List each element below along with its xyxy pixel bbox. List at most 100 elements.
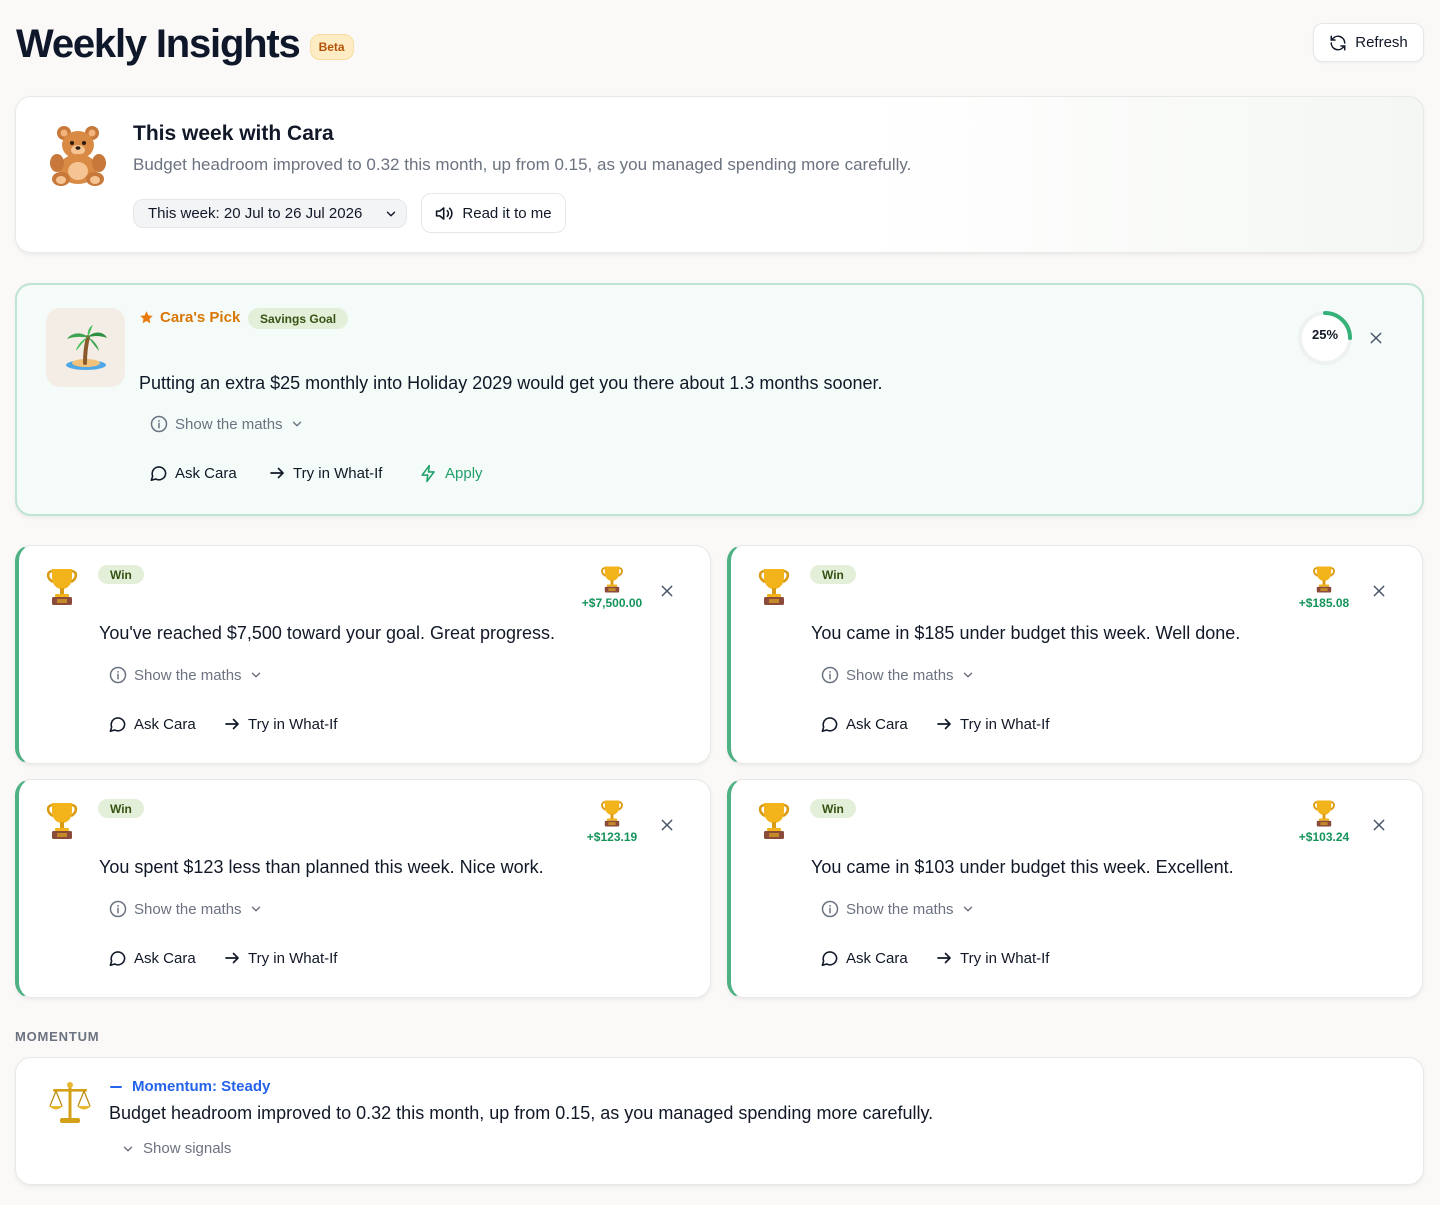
win-badge: Win [98,799,144,818]
chevron-down-icon [249,902,263,916]
win-badge: Win [810,565,856,584]
chat-bubble-icon [108,949,127,968]
try-whatif-label: Try in What-If [248,949,338,967]
trophy-icon [44,567,80,607]
win-show-maths-toggle[interactable]: Show the maths [821,666,975,684]
win-amount-group: +$185.08 [1284,565,1364,610]
dismiss-win-close-icon[interactable] [1371,817,1387,833]
apply-label: Apply [445,465,483,482]
arrow-right-icon [935,949,953,967]
win-show-maths-toggle[interactable]: Show the maths [821,900,975,918]
trophy-icon [756,567,792,607]
dismiss-win-close-icon[interactable] [1371,583,1387,599]
win-amount: +$103.24 [1298,830,1350,844]
palm-island-icon [46,308,125,387]
dismiss-win-close-icon[interactable] [659,583,675,599]
trophy-icon [44,801,80,841]
show-maths-label: Show the maths [175,415,283,433]
win-badge: Win [98,565,144,584]
win-amount: +$123.19 [586,830,638,844]
info-icon [109,666,127,684]
trophy-icon [1311,565,1337,594]
win-ask-cara-button[interactable]: Ask Cara [820,949,908,968]
momentum-status: Momentum: Steady [110,1078,270,1095]
pick-try-whatif-button[interactable]: Try in What-If [268,464,382,482]
goal-progress-label: 25% [1311,327,1339,342]
arrow-right-icon [935,715,953,733]
balance-scale-icon [47,1080,93,1126]
savings-goal-badge: Savings Goal [248,308,349,329]
chevron-down-icon [290,417,304,431]
read-aloud-label: Read it to me [462,204,552,222]
lightning-icon [419,464,438,483]
arrow-right-icon [223,949,241,967]
caras-pick-text: Cara's Pick [160,309,241,326]
ask-cara-label: Ask Cara [134,950,196,967]
pick-ask-cara-button[interactable]: Ask Cara [149,464,237,483]
show-maths-label: Show the maths [846,666,954,684]
week-select[interactable]: This week: 20 Jul to 26 Jul 2026 [133,199,407,228]
momentum-section-heading: MOMENTUM [15,1029,100,1044]
pick-description: Putting an extra $25 monthly into Holida… [139,373,883,393]
week-select-value: This week: 20 Jul to 26 Jul 2026 [148,205,363,222]
win-try-whatif-button[interactable]: Try in What-If [935,715,1049,733]
teddy-bear-icon [46,125,112,187]
info-icon [821,900,839,918]
win-try-whatif-button[interactable]: Try in What-If [223,949,337,967]
try-whatif-label: Try in What-If [960,715,1050,733]
ask-cara-label: Ask Cara [134,716,196,733]
ask-cara-label: Ask Cara [846,716,908,733]
chat-bubble-icon [108,715,127,734]
win-amount-group: +$123.19 [572,799,652,844]
trophy-icon [599,565,625,594]
page-header: Weekly Insights Beta [16,22,354,67]
ask-cara-label: Ask Cara [175,465,237,482]
momentum-status-label: Momentum: Steady [132,1078,271,1095]
win-ask-cara-button[interactable]: Ask Cara [820,715,908,734]
info-icon [150,415,168,433]
win-show-maths-toggle[interactable]: Show the maths [109,666,263,684]
win-amount: +$7,500.00 [581,596,643,610]
beta-badge: Beta [309,33,354,60]
trophy-icon [756,801,792,841]
star-icon [139,310,154,325]
momentum-description: Budget headroom improved to 0.32 this mo… [109,1103,934,1123]
intro-summary: Budget headroom improved to 0.32 this mo… [133,155,912,174]
win-try-whatif-button[interactable]: Try in What-If [935,949,1049,967]
show-signals-toggle[interactable]: Show signals [121,1140,231,1157]
dismiss-pick-close-icon[interactable] [1368,330,1384,346]
win-ask-cara-button[interactable]: Ask Cara [108,949,196,968]
win-show-maths-toggle[interactable]: Show the maths [109,900,263,918]
win-ask-cara-button[interactable]: Ask Cara [108,715,196,734]
trophy-icon [599,799,625,828]
show-maths-label: Show the maths [134,666,242,684]
chevron-down-icon [961,668,975,682]
chat-bubble-icon [820,715,839,734]
pick-show-maths-toggle[interactable]: Show the maths [150,415,304,433]
win-try-whatif-button[interactable]: Try in What-If [223,715,337,733]
chat-bubble-icon [149,464,168,483]
chevron-down-icon [384,207,398,221]
pick-apply-button[interactable]: Apply [419,464,483,483]
win-description: You came in $185 under budget this week.… [811,623,1241,643]
chevron-down-icon [249,668,263,682]
win-amount-group: +$103.24 [1284,799,1364,844]
read-aloud-button[interactable]: Read it to me [421,193,566,233]
try-whatif-label: Try in What-If [293,464,383,482]
arrow-right-icon [223,715,241,733]
info-icon [821,666,839,684]
refresh-label: Refresh [1355,34,1408,51]
intro-title: This week with Cara [133,122,334,145]
refresh-icon [1329,34,1347,52]
win-amount: +$185.08 [1298,596,1350,610]
win-description: You came in $103 under budget this week.… [811,857,1234,877]
win-description: You've reached $7,500 toward your goal. … [99,623,556,643]
trophy-icon [1311,799,1337,828]
win-amount-group: +$7,500.00 [572,565,652,610]
chevron-down-icon [961,902,975,916]
refresh-button[interactable]: Refresh [1313,23,1424,62]
show-signals-label: Show signals [143,1140,232,1157]
page-title: Weekly Insights [16,22,301,66]
dismiss-win-close-icon[interactable] [659,817,675,833]
caras-pick-label: Cara's Pick [139,309,240,326]
